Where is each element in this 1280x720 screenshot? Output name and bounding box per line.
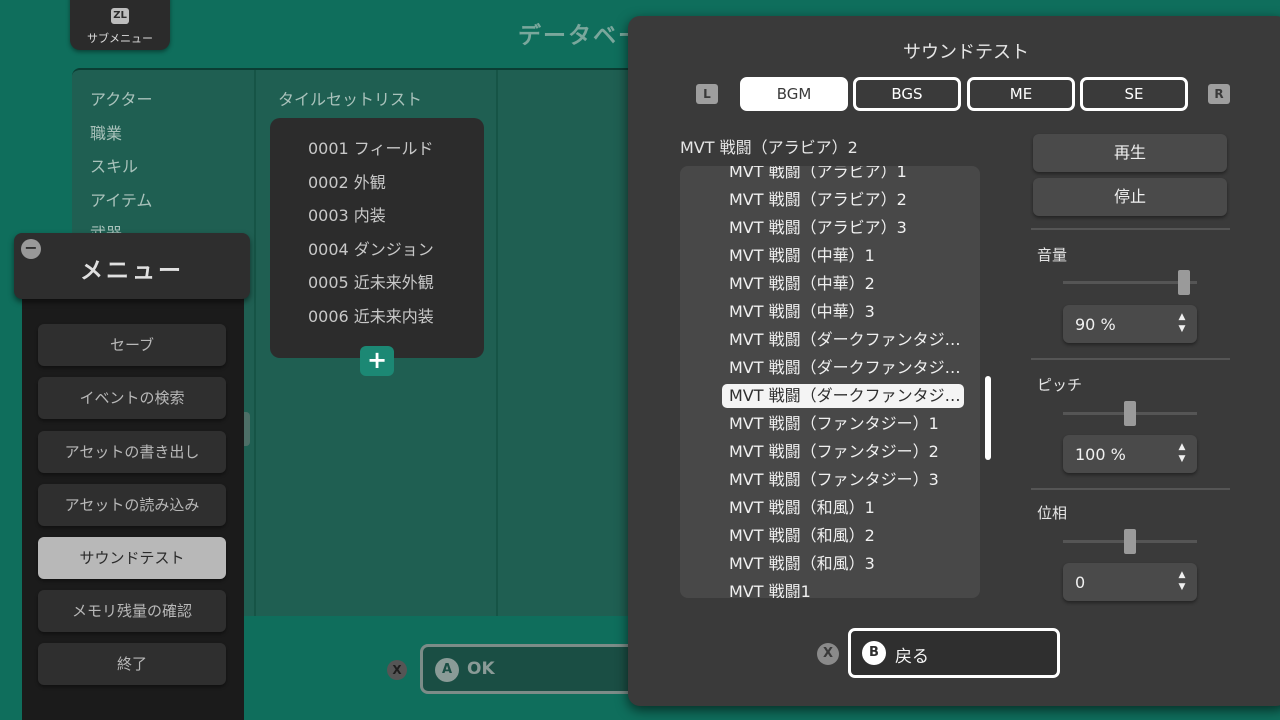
tab-se[interactable]: SE bbox=[1080, 77, 1188, 111]
track-item[interactable]: MVT 戦闘（ファンタジー）1 bbox=[722, 412, 964, 436]
track-item-selected[interactable]: MVT 戦闘（ダークファンタジー）3 bbox=[722, 384, 964, 408]
pan-slider-thumb[interactable] bbox=[1124, 529, 1136, 554]
pitch-stepper[interactable]: 100 % ▲ ▼ bbox=[1063, 435, 1197, 473]
category-item-skill[interactable]: スキル bbox=[90, 153, 138, 177]
panel-edge-tab bbox=[244, 412, 250, 446]
pitch-label: ピッチ bbox=[1037, 376, 1083, 394]
track-item[interactable]: MVT 戦闘（ダークファンタジー）1 bbox=[722, 328, 964, 352]
tileset-item[interactable]: 0001 フィールド bbox=[270, 132, 484, 166]
tileset-item[interactable]: 0002 外観 bbox=[270, 166, 484, 200]
pitch-value: 100 % bbox=[1075, 445, 1126, 464]
volume-slider[interactable] bbox=[1063, 270, 1197, 295]
zl-button-icon: ZL bbox=[111, 8, 129, 24]
divider bbox=[1031, 488, 1230, 490]
ok-label: OK bbox=[467, 659, 495, 679]
tileset-column: タイルセットリスト 0001 フィールド 0002 外観 0003 内装 000… bbox=[258, 70, 498, 616]
tileset-item[interactable]: 0005 近未来外観 bbox=[270, 266, 484, 300]
track-item[interactable]: MVT 戦闘（和風）2 bbox=[722, 524, 964, 548]
pitch-slider[interactable] bbox=[1063, 401, 1197, 426]
tileset-list-header: タイルセットリスト bbox=[278, 90, 423, 109]
pan-slider[interactable] bbox=[1063, 529, 1197, 554]
category-item-actor[interactable]: アクター bbox=[90, 86, 153, 110]
add-tileset-button[interactable]: + bbox=[360, 346, 394, 376]
chevron-down-icon[interactable]: ▼ bbox=[1176, 581, 1188, 593]
track-item[interactable]: MVT 戦闘（中華）1 bbox=[722, 244, 964, 268]
now-playing-title: MVT 戦闘（アラビア）2 bbox=[680, 138, 858, 157]
stepper-arrows-icon[interactable]: ▲ ▼ bbox=[1176, 311, 1188, 335]
submenu-label: サブメニュー bbox=[87, 32, 153, 45]
volume-stepper[interactable]: 90 % ▲ ▼ bbox=[1063, 305, 1197, 343]
b-button-icon: B bbox=[862, 641, 886, 665]
chevron-up-icon[interactable]: ▲ bbox=[1176, 311, 1188, 323]
chevron-down-icon[interactable]: ▼ bbox=[1176, 453, 1188, 465]
back-label: 戻る bbox=[895, 647, 929, 667]
menu-item-save[interactable]: セーブ bbox=[38, 324, 226, 366]
track-item[interactable]: MVT 戦闘（アラビア）3 bbox=[722, 216, 964, 240]
chevron-up-icon[interactable]: ▲ bbox=[1176, 441, 1188, 453]
track-item[interactable]: MVT 戦闘（ファンタジー）2 bbox=[722, 440, 964, 464]
category-item-class[interactable]: 職業 bbox=[90, 120, 122, 144]
category-item-item[interactable]: アイテム bbox=[90, 187, 152, 211]
pan-stepper[interactable]: 0 ▲ ▼ bbox=[1063, 563, 1197, 601]
dialog-title: サウンドテスト bbox=[903, 42, 1029, 63]
menu-item-memory-check[interactable]: メモリ残量の確認 bbox=[38, 590, 226, 632]
tileset-item[interactable]: 0003 内装 bbox=[270, 199, 484, 233]
a-button-icon: A bbox=[435, 658, 459, 682]
pitch-slider-thumb[interactable] bbox=[1124, 401, 1136, 426]
menu-title: メニュー bbox=[80, 258, 184, 284]
submenu-button[interactable]: ZL サブメニュー bbox=[70, 0, 170, 50]
divider bbox=[1031, 358, 1230, 360]
track-item[interactable]: MVT 戦闘（ファンタジー）3 bbox=[722, 468, 964, 492]
track-item[interactable]: MVT 戦闘（中華）2 bbox=[722, 272, 964, 296]
menu-item-asset-import[interactable]: アセットの読み込み bbox=[38, 484, 226, 526]
tab-bgm[interactable]: BGM bbox=[740, 77, 848, 111]
track-item[interactable]: MVT 戦闘（ダークファンタジー）2 bbox=[722, 356, 964, 380]
track-item[interactable]: MVT 戦闘（中華）3 bbox=[722, 300, 964, 324]
track-item[interactable]: MVT 戦闘（アラビア）2 bbox=[722, 188, 964, 212]
menu-header: − メニュー bbox=[14, 233, 250, 299]
pan-value: 0 bbox=[1075, 573, 1086, 592]
r-button-icon: R bbox=[1208, 84, 1230, 104]
back-button[interactable]: B 戻る bbox=[848, 628, 1060, 678]
stepper-arrows-icon[interactable]: ▲ ▼ bbox=[1176, 569, 1188, 593]
x-button-icon: X bbox=[817, 643, 839, 665]
tab-me[interactable]: ME bbox=[967, 77, 1075, 111]
track-item[interactable]: MVT 戦闘1 bbox=[722, 580, 964, 598]
volume-label: 音量 bbox=[1037, 246, 1068, 264]
divider bbox=[1031, 228, 1230, 230]
chevron-up-icon[interactable]: ▲ bbox=[1176, 569, 1188, 581]
chevron-down-icon[interactable]: ▼ bbox=[1176, 323, 1188, 335]
x-button-icon: X bbox=[387, 660, 407, 680]
menu-item-quit[interactable]: 終了 bbox=[38, 643, 226, 685]
stepper-arrows-icon[interactable]: ▲ ▼ bbox=[1176, 441, 1188, 465]
track-list[interactable]: MVT 戦闘（アラビア）1 MVT 戦闘（アラビア）2 MVT 戦闘（アラビア）… bbox=[680, 166, 980, 598]
menu-item-sound-test[interactable]: サウンドテスト bbox=[38, 537, 226, 579]
database-title: データベー bbox=[518, 23, 643, 49]
l-button-icon: L bbox=[696, 84, 718, 104]
track-item[interactable]: MVT 戦闘（和風）1 bbox=[722, 496, 964, 520]
tileset-item[interactable]: 0006 近未来内装 bbox=[270, 300, 484, 334]
volume-slider-thumb[interactable] bbox=[1177, 270, 1190, 295]
play-button[interactable]: 再生 bbox=[1033, 134, 1227, 172]
volume-value: 90 % bbox=[1075, 315, 1116, 334]
tileset-item[interactable]: 0004 ダンジョン bbox=[270, 233, 484, 267]
tileset-list: 0001 フィールド 0002 外観 0003 内装 0004 ダンジョン 00… bbox=[270, 118, 484, 358]
track-item[interactable]: MVT 戦闘（和風）3 bbox=[722, 552, 964, 576]
ok-button[interactable]: A OK bbox=[420, 644, 640, 694]
menu-item-asset-export[interactable]: アセットの書き出し bbox=[38, 431, 226, 473]
track-item[interactable]: MVT 戦闘（アラビア）1 bbox=[722, 166, 964, 184]
menu-item-event-search[interactable]: イベントの検索 bbox=[38, 377, 226, 419]
pan-label: 位相 bbox=[1037, 504, 1068, 522]
track-list-scrollbar[interactable] bbox=[985, 376, 991, 460]
sound-test-dialog: サウンドテスト L BGM BGS ME SE R MVT 戦闘（アラビア）2 … bbox=[628, 16, 1280, 706]
tab-bgs[interactable]: BGS bbox=[853, 77, 961, 111]
stop-button[interactable]: 停止 bbox=[1033, 178, 1227, 216]
